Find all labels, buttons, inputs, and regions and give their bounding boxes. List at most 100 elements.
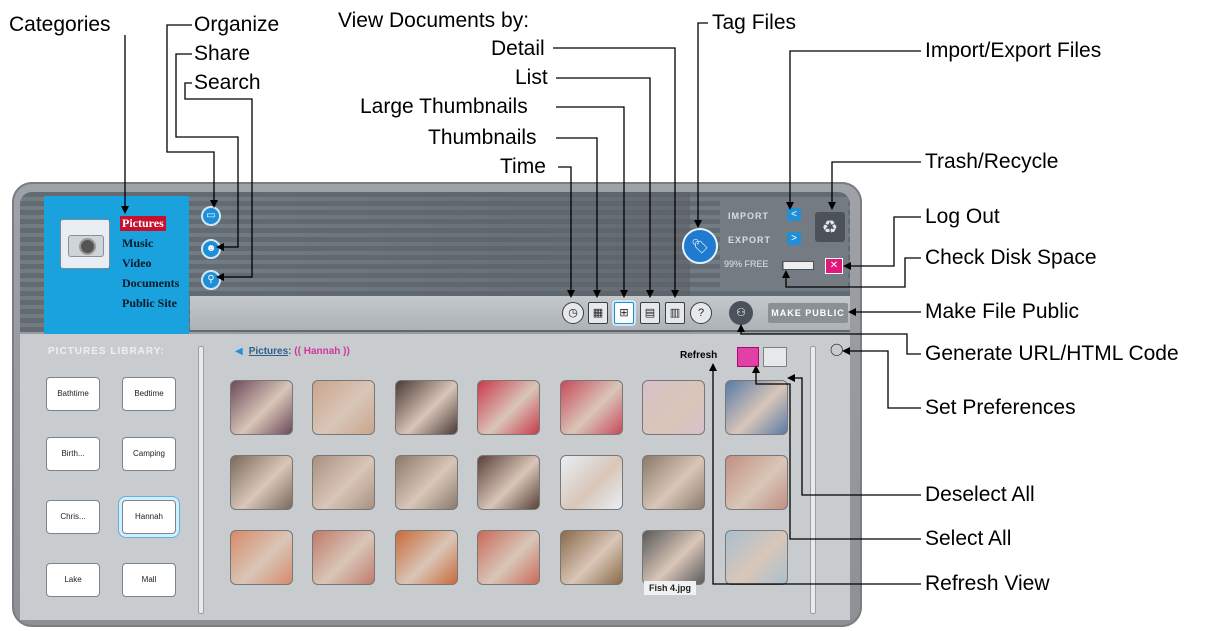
columns-icon: ▥ xyxy=(669,307,681,319)
search-icon: ⚲ xyxy=(207,274,215,285)
label-search: Search xyxy=(194,71,261,94)
label-view-by: View Documents by: xyxy=(338,9,530,32)
label-categories: Categories xyxy=(9,13,111,36)
photo-thumbnail[interactable] xyxy=(312,455,375,510)
photo-thumbnail[interactable] xyxy=(395,380,458,435)
view-thumbnails-button[interactable]: ▦ xyxy=(588,302,608,324)
trash-button[interactable]: ♻ xyxy=(815,212,845,242)
select-all-button[interactable] xyxy=(737,347,759,367)
label-large-thumbnails: Large Thumbnails xyxy=(360,95,528,118)
logout-button[interactable]: ✕ xyxy=(825,258,843,274)
label-set-preferences: Set Preferences xyxy=(925,396,1076,419)
photo-thumbnail[interactable] xyxy=(312,380,375,435)
photo-thumbnail[interactable] xyxy=(560,455,623,510)
import-button[interactable]: < xyxy=(787,208,801,221)
folder-hannah[interactable]: Hannah xyxy=(122,500,176,534)
label-share: Share xyxy=(194,42,251,65)
photo-caption: Fish 4.jpg xyxy=(644,581,696,595)
photo-thumbnail[interactable] xyxy=(230,455,293,510)
photos-scrollbar[interactable] xyxy=(810,346,816,614)
photo-thumbnail[interactable] xyxy=(560,530,623,585)
large-grid-icon: ⊞ xyxy=(619,307,629,319)
share-icon: ☻ xyxy=(205,243,217,254)
folder-icon: ▭ xyxy=(206,210,216,221)
disk-space-bar[interactable] xyxy=(782,261,814,270)
search-button[interactable]: ⚲ xyxy=(201,270,221,290)
label-log-out: Log Out xyxy=(925,205,1000,228)
help-icon: ? xyxy=(697,307,705,319)
grid-icon: ▦ xyxy=(592,307,604,319)
label-list: List xyxy=(515,66,548,89)
photo-thumbnail[interactable] xyxy=(725,455,788,510)
deselect-all-button[interactable] xyxy=(763,347,787,367)
folder-mall[interactable]: Mall xyxy=(122,563,176,597)
folder-bathtime[interactable]: Bathtime xyxy=(46,377,100,411)
view-list-button[interactable]: ▤ xyxy=(640,302,660,324)
tag-icon: 🏷 xyxy=(691,238,709,254)
help-button[interactable]: ? xyxy=(690,302,712,324)
photo-thumbnail[interactable] xyxy=(642,455,705,510)
category-music[interactable]: Music xyxy=(122,236,153,251)
category-pictures[interactable]: Pictures xyxy=(120,216,166,231)
view-large-thumbnails-button[interactable]: ⊞ xyxy=(614,302,634,324)
photo-thumbnail[interactable] xyxy=(230,380,293,435)
folder-birth[interactable]: Birth... xyxy=(46,437,100,471)
photo-thumbnail[interactable] xyxy=(395,530,458,585)
category-public-site[interactable]: Public Site xyxy=(122,296,177,311)
tag-files-button[interactable]: 🏷 xyxy=(682,228,718,264)
label-deselect-all: Deselect All xyxy=(925,483,1035,506)
back-arrow-icon[interactable]: ◀ xyxy=(235,346,243,357)
label-tag-files: Tag Files xyxy=(712,11,797,34)
photo-thumbnail[interactable] xyxy=(477,380,540,435)
library-scrollbar[interactable] xyxy=(198,346,204,614)
preferences-icon[interactable]: ◯ xyxy=(830,342,843,356)
share-button[interactable]: ☻ xyxy=(201,239,221,259)
import-label: IMPORT xyxy=(728,211,769,221)
label-time: Time xyxy=(500,155,546,178)
photo-thumbnail[interactable] xyxy=(477,530,540,585)
make-public-button[interactable]: MAKE PUBLIC xyxy=(768,303,848,323)
organize-button[interactable]: ▭ xyxy=(201,206,221,226)
label-detail: Detail xyxy=(491,37,545,60)
folder-chris[interactable]: Chris... xyxy=(46,500,100,534)
folder-lake[interactable]: Lake xyxy=(46,563,100,597)
photo-thumbnail[interactable] xyxy=(725,380,788,435)
link-icon: ⚇ xyxy=(736,307,746,319)
breadcrumb-separator: : xyxy=(288,346,292,357)
folder-bedtime[interactable]: Bedtime xyxy=(122,377,176,411)
category-video[interactable]: Video xyxy=(122,256,152,271)
breadcrumb: ◀ Pictures: (( Hannah )) xyxy=(235,346,350,357)
view-time-button[interactable]: ◷ xyxy=(562,302,584,324)
category-documents[interactable]: Documents xyxy=(122,276,179,291)
photo-thumbnail[interactable] xyxy=(312,530,375,585)
view-detail-button[interactable]: ▥ xyxy=(665,302,685,324)
generate-url-button[interactable]: ⚇ xyxy=(729,301,753,325)
label-check-disk: Check Disk Space xyxy=(925,246,1097,269)
breadcrumb-root[interactable]: Pictures xyxy=(249,346,288,357)
photo-thumbnail[interactable] xyxy=(642,530,705,585)
camera-icon xyxy=(60,219,110,269)
label-generate-url: Generate URL/HTML Code xyxy=(925,342,1179,365)
folder-camping[interactable]: Camping xyxy=(122,437,176,471)
photo-thumbnail[interactable] xyxy=(230,530,293,585)
recycle-icon: ♻ xyxy=(821,217,839,237)
photo-thumbnail[interactable] xyxy=(560,380,623,435)
close-icon: ✕ xyxy=(829,260,839,271)
breadcrumb-current: (( Hannah )) xyxy=(294,346,350,357)
label-thumbnails: Thumbnails xyxy=(428,126,537,149)
photo-thumbnail[interactable] xyxy=(725,530,788,585)
label-refresh-view: Refresh View xyxy=(925,572,1050,595)
clock-icon: ◷ xyxy=(568,307,578,319)
refresh-button[interactable]: Refresh xyxy=(680,350,717,361)
chevron-right-icon: > xyxy=(791,233,797,244)
photo-thumbnail[interactable] xyxy=(477,455,540,510)
label-organize: Organize xyxy=(194,13,280,36)
label-select-all: Select All xyxy=(925,527,1012,550)
library-title: PICTURES LIBRARY: xyxy=(48,346,165,357)
photo-thumbnail[interactable] xyxy=(642,380,705,435)
photo-thumbnail[interactable] xyxy=(395,455,458,510)
label-make-public: Make File Public xyxy=(925,300,1080,323)
label-trash: Trash/Recycle xyxy=(925,150,1059,173)
label-import-export: Import/Export Files xyxy=(925,39,1102,62)
export-button[interactable]: > xyxy=(787,232,801,245)
